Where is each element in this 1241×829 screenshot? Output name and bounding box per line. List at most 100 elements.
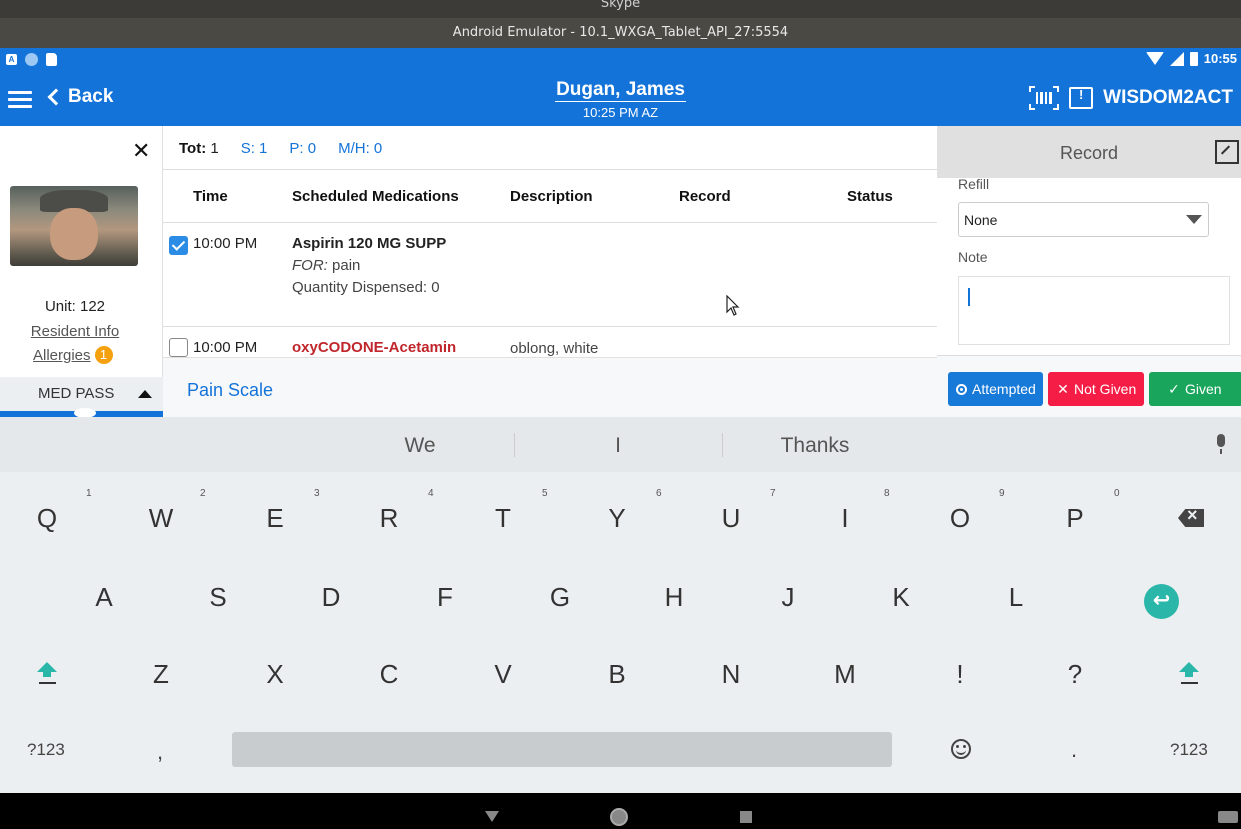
nav-back-icon[interactable] bbox=[485, 811, 499, 822]
key-c[interactable]: C bbox=[359, 659, 419, 690]
allergies-count-badge: 1 bbox=[94, 346, 113, 364]
wifi-icon bbox=[1145, 52, 1164, 65]
scheduled-count[interactable]: S: 1 bbox=[241, 140, 268, 157]
row-indication: FOR: pain bbox=[292, 257, 361, 274]
check-icon: ✓ bbox=[1168, 381, 1180, 397]
key-number-hint: 5 bbox=[542, 488, 548, 499]
key-number-hint: 7 bbox=[770, 488, 776, 499]
key-m[interactable]: M bbox=[815, 659, 875, 690]
nav-recents-icon[interactable] bbox=[740, 811, 752, 823]
totals-bar: Tot: 1 S: 1 P: 0 M/H: 0 bbox=[179, 140, 382, 157]
shift-key-left[interactable] bbox=[35, 662, 59, 690]
key-number-hint: 3 bbox=[314, 488, 320, 499]
key-r[interactable]: R bbox=[359, 503, 419, 534]
med-pass-label: MED PASS bbox=[38, 385, 115, 402]
suggestion-item[interactable]: I bbox=[578, 434, 658, 458]
key-n[interactable]: N bbox=[701, 659, 761, 690]
record-panel-header: Record bbox=[937, 126, 1241, 178]
note-textarea[interactable] bbox=[958, 276, 1230, 345]
given-button[interactable]: ✓ Given bbox=[1149, 372, 1241, 406]
emoji-icon[interactable] bbox=[951, 739, 971, 759]
keyboard-switch-icon[interactable] bbox=[1218, 811, 1238, 823]
key-g[interactable]: G bbox=[530, 582, 590, 613]
barcode-scan-icon[interactable] bbox=[1029, 86, 1060, 110]
caret-up-icon bbox=[138, 390, 152, 398]
allergies-link[interactable]: Allergies 1 bbox=[33, 346, 113, 364]
target-icon bbox=[956, 384, 967, 395]
row-checkbox[interactable] bbox=[169, 236, 188, 255]
suggestion-item[interactable]: We bbox=[380, 434, 460, 458]
status-clock: 10:55 bbox=[1203, 51, 1237, 66]
comma-key[interactable]: , bbox=[157, 739, 163, 765]
key-l[interactable]: L bbox=[986, 582, 1046, 613]
record-panel-title: Record bbox=[1059, 143, 1119, 163]
backspace-key[interactable] bbox=[1178, 509, 1204, 527]
key-exclamation[interactable]: ! bbox=[930, 659, 990, 690]
table-row[interactable]: 10:00 PM oxyCODONE-Acetamin oblong, whit… bbox=[163, 328, 937, 358]
key-p[interactable]: P bbox=[1045, 503, 1105, 534]
microphone-icon[interactable] bbox=[1215, 434, 1227, 456]
symbols-key-left[interactable]: ?123 bbox=[27, 740, 65, 760]
refill-select[interactable]: None bbox=[958, 202, 1209, 237]
not-given-button[interactable]: ✕ Not Given bbox=[1048, 372, 1144, 406]
shift-key-right[interactable] bbox=[1177, 662, 1201, 690]
key-v[interactable]: V bbox=[473, 659, 533, 690]
key-s[interactable]: S bbox=[188, 582, 248, 613]
column-header-record: Record bbox=[679, 188, 731, 205]
key-j[interactable]: J bbox=[758, 582, 818, 613]
allergies-label: Allergies bbox=[33, 346, 91, 364]
key-o[interactable]: O bbox=[930, 503, 990, 534]
resident-sidebar: ✕ Unit: 122 Resident Info Allergies 1 ME… bbox=[0, 126, 163, 418]
key-w[interactable]: W bbox=[131, 503, 191, 534]
mh-count[interactable]: M/H: 0 bbox=[338, 140, 382, 157]
dropdown-arrow-icon bbox=[1186, 215, 1202, 224]
nav-home-icon[interactable] bbox=[610, 808, 628, 826]
os-window-title: Skype bbox=[0, 0, 1241, 18]
table-row[interactable]: 10:00 PM Aspirin 120 MG SUPP FOR: pain Q… bbox=[163, 223, 937, 327]
main-content: ✕ Unit: 122 Resident Info Allergies 1 ME… bbox=[0, 126, 1241, 418]
attempted-button[interactable]: Attempted bbox=[948, 372, 1043, 406]
key-x[interactable]: X bbox=[245, 659, 305, 690]
resident-info-link[interactable]: Resident Info bbox=[0, 323, 150, 340]
refill-label: Refill bbox=[958, 176, 990, 192]
key-k[interactable]: K bbox=[871, 582, 931, 613]
med-pass-toggle[interactable]: MED PASS bbox=[0, 377, 163, 411]
record-actions: Attempted ✕ Not Given ✓ Given bbox=[937, 355, 1241, 417]
space-key[interactable] bbox=[232, 732, 892, 767]
column-header-time: Time bbox=[193, 188, 228, 205]
key-i[interactable]: I bbox=[815, 503, 875, 534]
collapse-panel-icon[interactable] bbox=[1215, 140, 1239, 164]
note-label: Note bbox=[958, 249, 988, 265]
key-b[interactable]: B bbox=[587, 659, 647, 690]
key-a[interactable]: A bbox=[74, 582, 134, 613]
key-f[interactable]: F bbox=[415, 582, 475, 613]
pain-scale-bar: Pain Scale bbox=[163, 357, 937, 417]
enter-key[interactable]: ↩ bbox=[1144, 584, 1179, 619]
key-e[interactable]: E bbox=[245, 503, 305, 534]
suggestion-item[interactable]: Thanks bbox=[765, 434, 865, 458]
symbols-key-right[interactable]: ?123 bbox=[1170, 740, 1208, 760]
key-t[interactable]: T bbox=[473, 503, 533, 534]
record-panel: Record Refill None Note Attempted ✕ Not G… bbox=[937, 126, 1241, 417]
key-u[interactable]: U bbox=[701, 503, 761, 534]
period-key[interactable]: . bbox=[1071, 737, 1077, 763]
key-q[interactable]: Q bbox=[17, 503, 77, 534]
soft-keyboard: We I Thanks ↩ ?123 , . ?123 Q1 W2 E3 R4 T5 Y6… bbox=[0, 417, 1241, 793]
suggestion-strip: We I Thanks bbox=[0, 417, 1241, 472]
close-icon: ✕ bbox=[1057, 381, 1069, 397]
key-number-hint: 4 bbox=[428, 488, 434, 499]
total-value: 1 bbox=[210, 140, 219, 157]
close-icon[interactable]: ✕ bbox=[132, 138, 150, 164]
android-status-bar: A 10:55 bbox=[0, 48, 1241, 72]
key-h[interactable]: H bbox=[644, 582, 704, 613]
key-d[interactable]: D bbox=[301, 582, 361, 613]
row-checkbox[interactable] bbox=[169, 338, 188, 357]
key-y[interactable]: Y bbox=[587, 503, 647, 534]
message-alert-icon[interactable] bbox=[1069, 87, 1094, 109]
row-quantity: Quantity Dispensed: 0 bbox=[292, 279, 440, 296]
column-header-medications: Scheduled Medications bbox=[292, 188, 459, 205]
key-question[interactable]: ? bbox=[1045, 659, 1105, 690]
pain-scale-link[interactable]: Pain Scale bbox=[187, 380, 273, 401]
prn-count[interactable]: P: 0 bbox=[289, 140, 316, 157]
key-z[interactable]: Z bbox=[131, 659, 191, 690]
